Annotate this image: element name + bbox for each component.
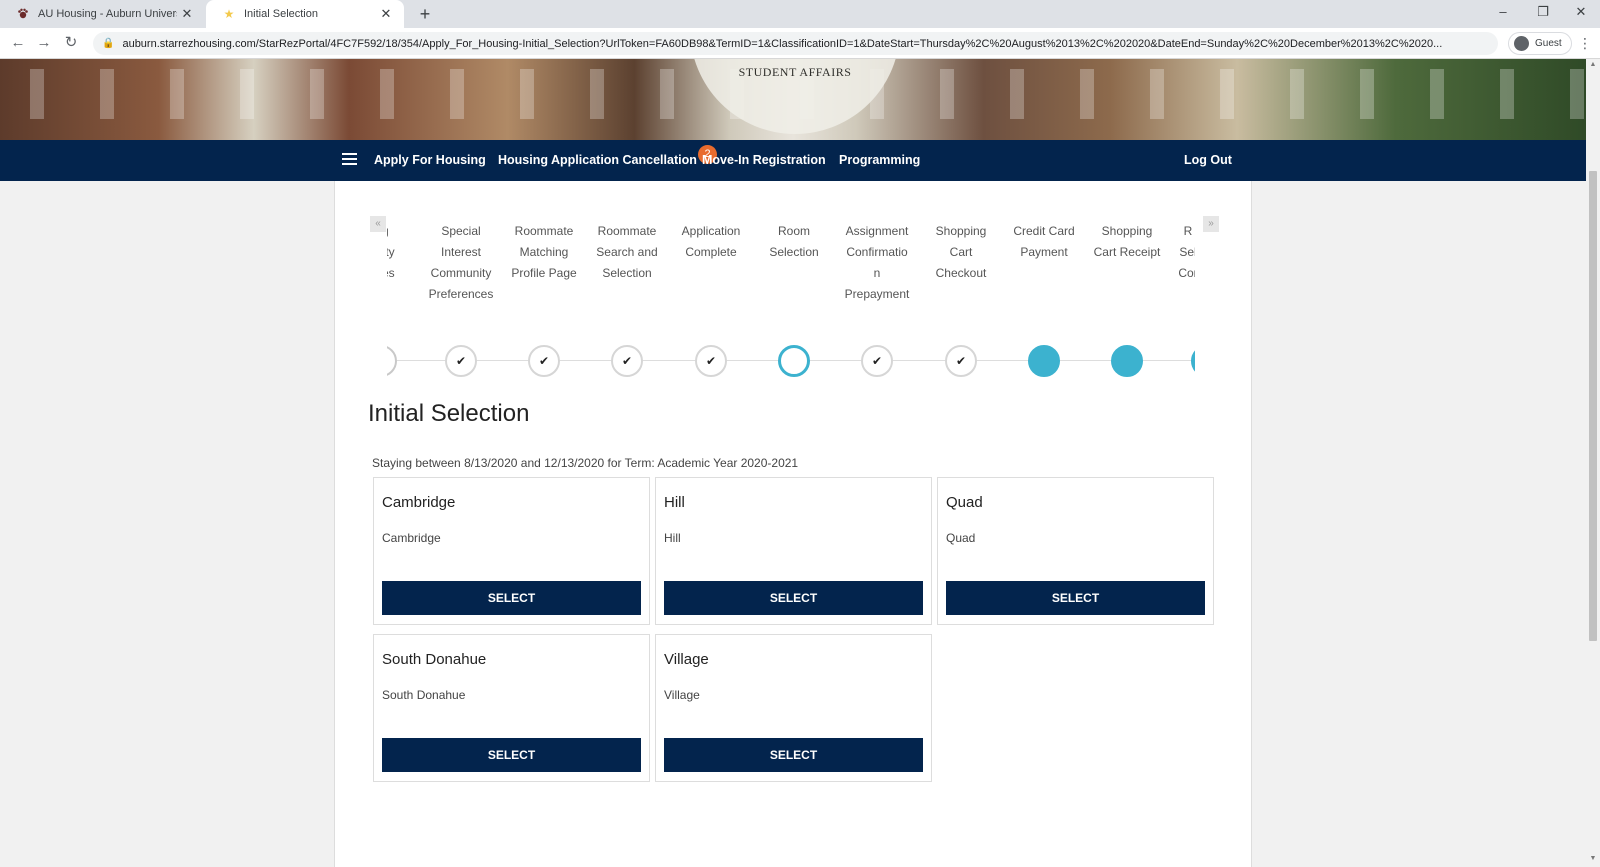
hamburger-menu-icon[interactable]: 2 [342, 145, 717, 167]
nav-housing-application-cancellation[interactable]: Housing Application Cancellation [498, 140, 697, 181]
back-icon[interactable]: ← [8, 33, 28, 53]
browser-tab-au-housing[interactable]: AU Housing - Auburn University ✕ [0, 0, 205, 28]
hall-description: Village [664, 688, 700, 702]
step-label[interactable]: Credit Card Payment [1005, 221, 1083, 263]
hall-card-hill: Hill Hill SELECT [655, 477, 932, 625]
url-text[interactable]: auburn.starrezhousing.com/StarRezPortal/… [122, 38, 1442, 50]
step-node-completed[interactable]: ✔ [945, 345, 977, 377]
select-button[interactable]: SELECT [664, 738, 923, 772]
step-node-completed[interactable]: ✔ [861, 345, 893, 377]
steps-next-arrow[interactable]: » [1203, 216, 1219, 232]
step-node-completed[interactable]: ✔ [695, 345, 727, 377]
nav-move-in-registration[interactable]: Move-In Registration [702, 140, 826, 181]
step-label[interactable]: Special Interest Community Preferences [422, 221, 500, 305]
hall-description: Quad [946, 531, 976, 545]
hall-title: Village [664, 651, 709, 668]
hall-card-village: Village Village SELECT [655, 634, 932, 782]
checkmark-icon: ✔ [455, 354, 467, 368]
checkmark-icon: ✔ [705, 354, 717, 368]
step-label[interactable]: Roommate Matching Profile Page [505, 221, 583, 284]
close-tab-icon[interactable]: ✕ [376, 6, 396, 22]
step-node-current[interactable] [778, 345, 810, 377]
select-button[interactable]: SELECT [946, 581, 1205, 615]
hall-title: South Donahue [382, 651, 487, 668]
checkmark-icon: ✔ [621, 354, 633, 368]
header-banner-image: STUDENT AFFAIRS [0, 59, 1586, 140]
lock-icon: 🔒 [102, 38, 115, 49]
hall-card-cambridge: Cambridge Cambridge SELECT [373, 477, 650, 625]
seal-text: STUDENT AFFAIRS [738, 65, 852, 79]
step-label[interactable]: ngunitynces [387, 221, 421, 284]
hall-description: South Donahue [382, 688, 466, 702]
auburn-paw-icon [16, 7, 30, 21]
more-menu-icon[interactable]: ⋮ [1578, 34, 1592, 54]
hall-card-quad: Quad Quad SELECT [937, 477, 1214, 625]
checkmark-icon: ✔ [538, 354, 550, 368]
hall-title: Hill [664, 494, 685, 511]
close-tab-icon[interactable]: ✕ [177, 6, 197, 22]
vertical-scrollbar[interactable]: ▲ ▼ [1586, 59, 1600, 867]
select-button[interactable]: SELECT [382, 581, 641, 615]
hall-title: Cambridge [382, 494, 456, 511]
step-node-completed[interactable]: ✔ [611, 345, 643, 377]
hall-description: Cambridge [382, 531, 441, 545]
step-node-completed[interactable]: ✔ [445, 345, 477, 377]
new-tab-icon[interactable]: + [414, 3, 436, 25]
step-label[interactable]: Assignment Confirmatio n Prepayment [838, 221, 916, 305]
profile-button[interactable]: Guest [1508, 32, 1572, 55]
checkmark-icon: ✔ [955, 354, 967, 368]
step-node-upcoming[interactable] [1191, 345, 1195, 377]
select-button[interactable]: SELECT [664, 581, 923, 615]
reload-icon[interactable]: ↻ [61, 33, 81, 53]
scroll-down-arrow-icon[interactable]: ▼ [1589, 855, 1597, 862]
restore-icon[interactable]: ❐ [1524, 0, 1562, 26]
profile-label: Guest [1535, 38, 1562, 49]
tab-title: AU Housing - Auburn University [38, 8, 177, 20]
close-window-icon[interactable]: ✕ [1562, 0, 1600, 26]
address-bar[interactable]: 🔒 auburn.starrezhousing.com/StarRezPorta… [93, 32, 1498, 55]
step-label[interactable]: Roommate Search and Selection [588, 221, 666, 284]
stay-dates-text: Staying between 8/13/2020 and 12/13/2020… [372, 456, 799, 470]
hall-title: Quad [946, 494, 983, 511]
main-nav: 2 Apply For Housing Housing Application … [0, 140, 1586, 181]
page-title: Initial Selection [368, 400, 530, 427]
workflow-steps: ngunitynces SpecialInterestCommunityPref… [387, 211, 1195, 391]
step-node-upcoming[interactable] [1028, 345, 1060, 377]
browser-tab-initial-selection[interactable]: ★ Initial Selection ✕ [206, 0, 404, 28]
hall-card-south-donahue: South Donahue South Donahue SELECT [373, 634, 650, 782]
hall-description: Hill [664, 531, 681, 545]
browser-toolbar: ← → ↻ 🔒 auburn.starrezhousing.com/StarRe… [0, 28, 1600, 59]
step-node-completed[interactable]: ✔ [528, 345, 560, 377]
steps-prev-arrow[interactable]: « [370, 216, 386, 232]
browser-tab-bar: AU Housing - Auburn University ✕ ★ Initi… [0, 0, 1600, 28]
minimize-icon[interactable]: – [1484, 0, 1522, 26]
nav-programming[interactable]: Programming [839, 140, 920, 181]
main-content: « » ngunitynces SpecialInterestCommunity… [334, 181, 1252, 867]
step-label[interactable]: Application Complete [672, 221, 750, 263]
scroll-up-arrow-icon[interactable]: ▲ [1589, 61, 1597, 68]
page-viewport: STUDENT AFFAIRS 2 Apply For Housing Hous… [0, 59, 1586, 867]
step-node-upcoming[interactable] [1111, 345, 1143, 377]
forward-icon[interactable]: → [34, 33, 54, 53]
step-node-completed[interactable] [387, 345, 397, 377]
step-label[interactable]: Shopping Cart Checkout [922, 221, 1000, 284]
select-button[interactable]: SELECT [382, 738, 641, 772]
nav-log-out[interactable]: Log Out [1184, 140, 1232, 181]
nav-apply-for-housing[interactable]: Apply For Housing [374, 140, 486, 181]
profile-avatar-icon [1514, 36, 1529, 51]
step-label[interactable]: Room Selection [755, 221, 833, 263]
scrollbar-thumb[interactable] [1589, 171, 1597, 641]
checkmark-icon: ✔ [871, 354, 883, 368]
step-label[interactable]: RSelCor [1149, 221, 1195, 284]
tab-title: Initial Selection [244, 8, 318, 20]
star-icon: ★ [223, 7, 235, 21]
